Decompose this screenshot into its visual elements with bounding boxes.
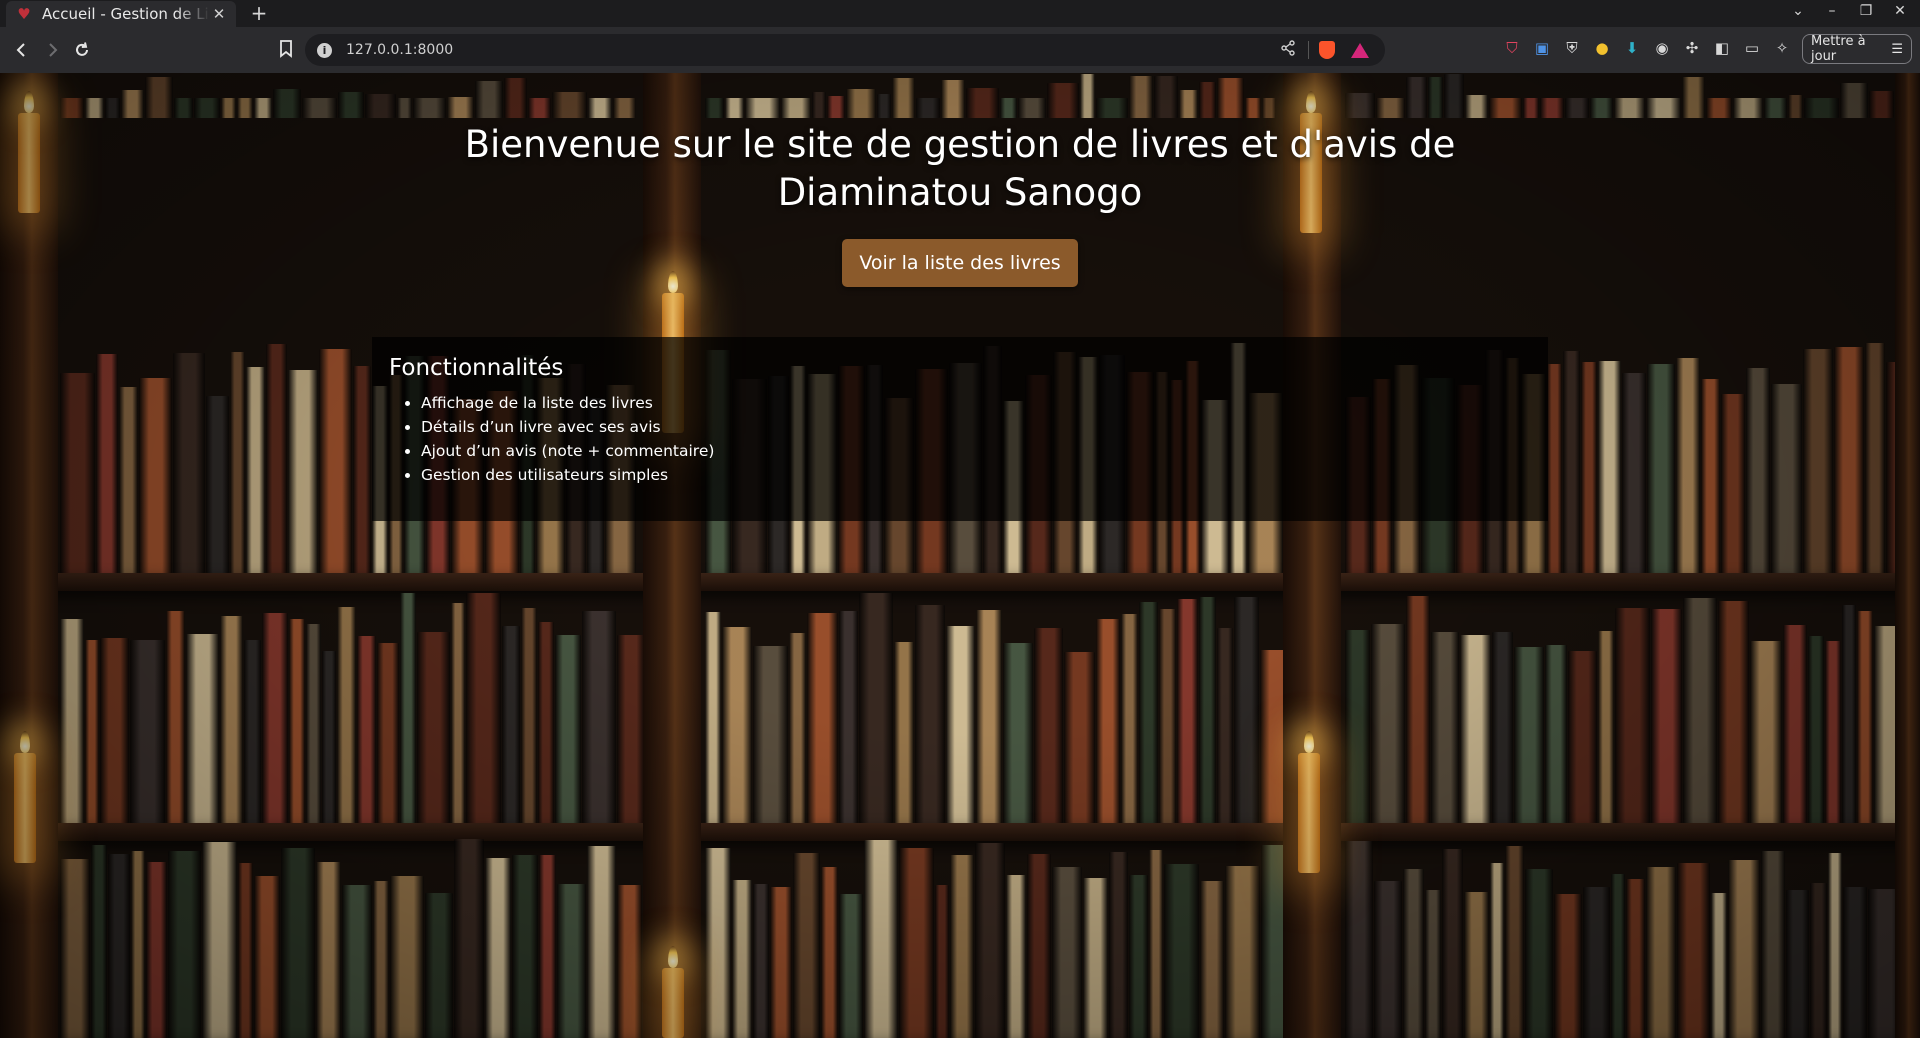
browser-tab-active[interactable]: ♥ Accueil - Gestion de Livres ✕ — [6, 1, 236, 27]
shield-extension-icon[interactable]: ⛉ — [1502, 38, 1522, 58]
update-label: Mettre à jour — [1811, 34, 1866, 64]
tab-search-chevron-icon[interactable]: ⌄ — [1788, 3, 1808, 19]
update-browser-button[interactable]: Mettre à jour ☰ — [1802, 34, 1912, 64]
view-books-button[interactable]: Voir la liste des livres — [842, 239, 1078, 287]
forward-arrow-icon[interactable] — [38, 36, 66, 64]
features-list: Affichage de la liste des livres Détails… — [389, 391, 1531, 487]
reload-icon[interactable] — [68, 36, 96, 64]
page-title: Bienvenue sur le site de gestion de livr… — [464, 123, 1456, 214]
address-bar[interactable]: i 127.0.0.1:8000 — [305, 34, 1385, 66]
list-item: Gestion des utilisateurs simples — [421, 463, 1531, 487]
restore-window-icon[interactable]: ❐ — [1856, 3, 1876, 19]
wallet-icon[interactable]: ▭ — [1742, 38, 1762, 58]
features-title: Fonctionnalités — [389, 355, 564, 381]
hero-section: Bienvenue sur le site de gestion de livr… — [370, 121, 1550, 287]
divider — [1308, 41, 1309, 59]
privacy-extension-icon[interactable]: ⛨ — [1562, 38, 1582, 58]
download-extension-icon[interactable]: ⬇ — [1622, 38, 1642, 58]
url-text[interactable]: 127.0.0.1:8000 — [346, 42, 1280, 58]
site-info-icon[interactable]: i — [317, 42, 332, 58]
hamburger-menu-icon: ☰ — [1891, 41, 1903, 57]
new-tab-button[interactable]: + — [248, 1, 270, 25]
features-panel: Fonctionnalités Affichage de la liste de… — [372, 337, 1548, 521]
list-item: Ajout d’un avis (note + commentaire) — [421, 439, 1531, 463]
leo-ai-sparkle-icon[interactable]: ✧ — [1772, 38, 1792, 58]
brave-rewards-icon[interactable] — [1351, 42, 1369, 58]
puzzle-extensions-icon[interactable]: ✣ — [1682, 38, 1702, 58]
extensions-bar: ⛉ ▣ ⛨ ● ⬇ ◉ ✣ ◧ ▭ ✧ — [1502, 38, 1792, 58]
browser-tab-bar: ♥ Accueil - Gestion de Livres ✕ + ⌄ – ❐ … — [0, 0, 1920, 27]
browser-toolbar: i 127.0.0.1:8000 ⛉ ▣ ⛨ ● ⬇ ◉ ✣ ◧ ▭ ✧ Met… — [0, 27, 1920, 73]
list-item: Affichage de la liste des livres — [421, 391, 1531, 415]
tab-title: Accueil - Gestion de Livres — [42, 5, 210, 23]
window-controls: ⌄ – ❐ ✕ — [1788, 3, 1910, 19]
close-window-icon[interactable]: ✕ — [1890, 3, 1910, 19]
lightbulb-extension-icon[interactable]: ● — [1592, 38, 1612, 58]
bookmark-icon[interactable] — [272, 35, 300, 63]
vpn-extension-icon[interactable]: ◉ — [1652, 38, 1672, 58]
back-arrow-icon[interactable] — [8, 36, 36, 64]
list-item: Détails d’un livre avec ses avis — [421, 415, 1531, 439]
brave-shields-icon[interactable] — [1319, 41, 1335, 59]
tab-close-icon[interactable]: ✕ — [210, 5, 228, 23]
camera-extension-icon[interactable]: ▣ — [1532, 38, 1552, 58]
share-icon[interactable] — [1280, 40, 1296, 60]
heart-favicon-icon: ♥ — [17, 5, 31, 23]
page-viewport: Bienvenue sur le site de gestion de livr… — [0, 73, 1920, 1038]
minimize-window-icon[interactable]: – — [1822, 3, 1842, 19]
sidebar-toggle-icon[interactable]: ◧ — [1712, 38, 1732, 58]
